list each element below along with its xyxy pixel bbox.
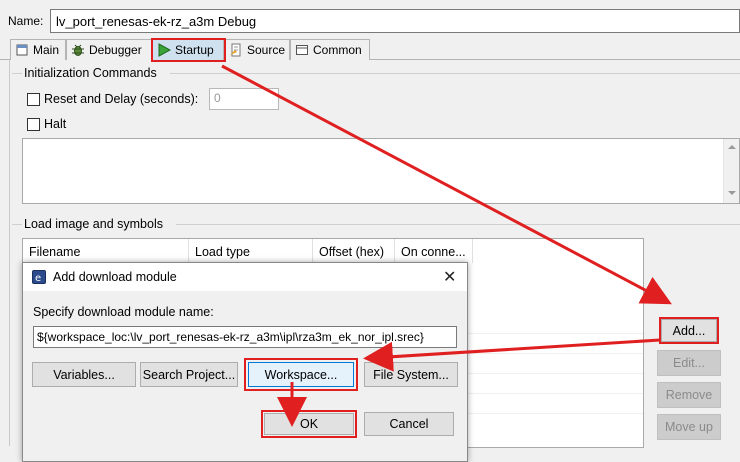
annotation-arrows bbox=[221, 64, 672, 427]
arrow-to-add bbox=[221, 64, 672, 305]
arrow-to-workspace bbox=[363, 338, 661, 372]
